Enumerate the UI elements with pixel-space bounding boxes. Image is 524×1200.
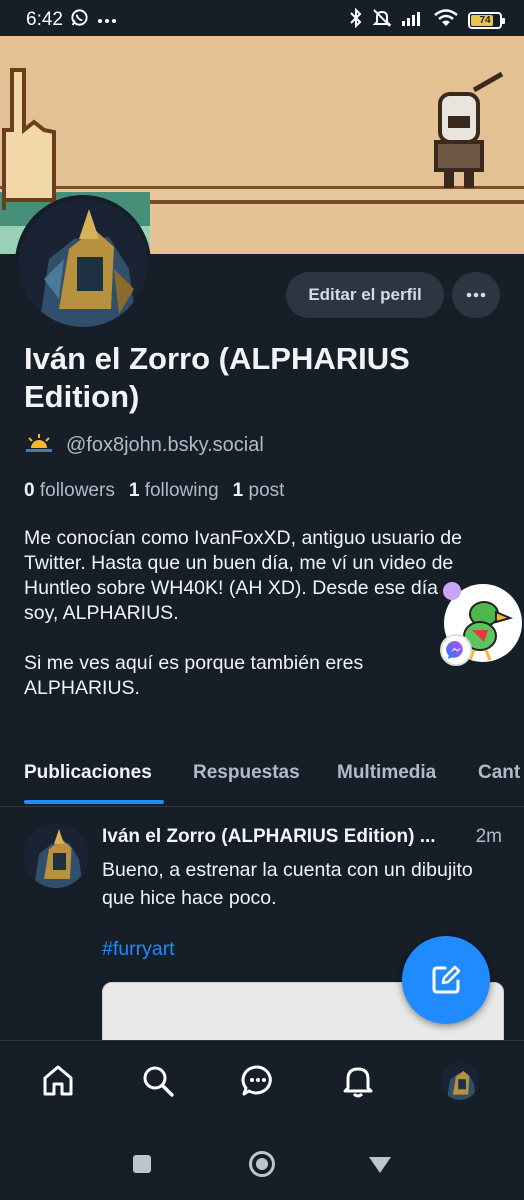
home-icon: [43, 1065, 73, 1096]
battery-icon: 74: [468, 12, 505, 29]
tab-respuestas[interactable]: Respuestas: [193, 762, 300, 784]
tab-cant[interactable]: Cant: [478, 762, 520, 784]
signal-icon: [402, 10, 424, 31]
sunrise-icon: [24, 432, 54, 459]
banner-character-art: [434, 72, 504, 188]
post-header: Iván el Zorro (ALPHARIUS Edition) ... 2m: [102, 826, 502, 848]
whatsapp-icon: [70, 8, 89, 32]
profile-avatar: [441, 1062, 479, 1100]
wifi-icon: [434, 9, 458, 32]
notification-dot: [443, 582, 461, 600]
post-text: Bueno, a estrenar la cuenta con un dibuj…: [102, 859, 473, 909]
profile-tabs: Publicaciones Respuestas Multimedia Cant: [0, 752, 524, 807]
nav-chat[interactable]: [238, 1061, 278, 1101]
avatar-image: [19, 199, 147, 327]
search-icon: [143, 1066, 174, 1097]
more-dots-icon: [466, 292, 486, 298]
tab-publicaciones[interactable]: Publicaciones: [24, 762, 152, 784]
bottom-navigation: [0, 1040, 524, 1123]
profile-bio: Me conocían como IvanFoxXD, antiguo usua…: [24, 527, 462, 699]
profile-more-button[interactable]: [452, 272, 500, 318]
more-dots-icon: [97, 11, 117, 29]
battery-level: 74: [479, 15, 491, 26]
nav-notifications[interactable]: [338, 1061, 378, 1101]
status-bar: 6:42 74: [0, 0, 524, 36]
recents-icon[interactable]: [132, 1154, 152, 1179]
notifications-icon: [343, 1067, 373, 1098]
profile-stats: 0 followers 1 following 1 post: [24, 480, 284, 502]
chat-icon: [241, 1065, 272, 1096]
nav-search[interactable]: [138, 1061, 178, 1101]
profile-handle[interactable]: @fox8john.bsky.social: [66, 434, 264, 457]
messenger-icon: [440, 634, 472, 666]
banner-hand-art: [2, 68, 56, 210]
followers-stat[interactable]: 0 followers: [24, 480, 115, 502]
post-hashtag[interactable]: #furryart: [102, 938, 175, 961]
posts-stat: 1 post: [232, 480, 285, 501]
muted-bell-icon: [372, 8, 392, 33]
bluetooth-icon: [350, 7, 362, 33]
home-circle-icon[interactable]: [248, 1150, 276, 1183]
nav-profile[interactable]: [440, 1061, 480, 1101]
profile-avatar-large[interactable]: [15, 195, 151, 331]
back-icon[interactable]: [368, 1156, 392, 1179]
system-navigation: [0, 1122, 524, 1200]
nav-home[interactable]: [38, 1061, 78, 1101]
compose-button[interactable]: [402, 936, 490, 1024]
compose-icon: [432, 965, 461, 994]
profile-display-name: Iván el Zorro (ALPHARIUS Edition): [24, 341, 410, 414]
edit-profile-button[interactable]: Editar el perfil: [286, 272, 444, 318]
post-author-name[interactable]: Iván el Zorro (ALPHARIUS Edition) ...: [102, 826, 436, 848]
post-author-avatar[interactable]: [24, 824, 88, 888]
following-stat[interactable]: 1 following: [129, 480, 219, 502]
status-time: 6:42: [26, 9, 63, 30]
active-tab-indicator: [24, 800, 164, 804]
post-timestamp: 2m: [475, 826, 502, 847]
tab-multimedia[interactable]: Multimedia: [337, 762, 436, 784]
